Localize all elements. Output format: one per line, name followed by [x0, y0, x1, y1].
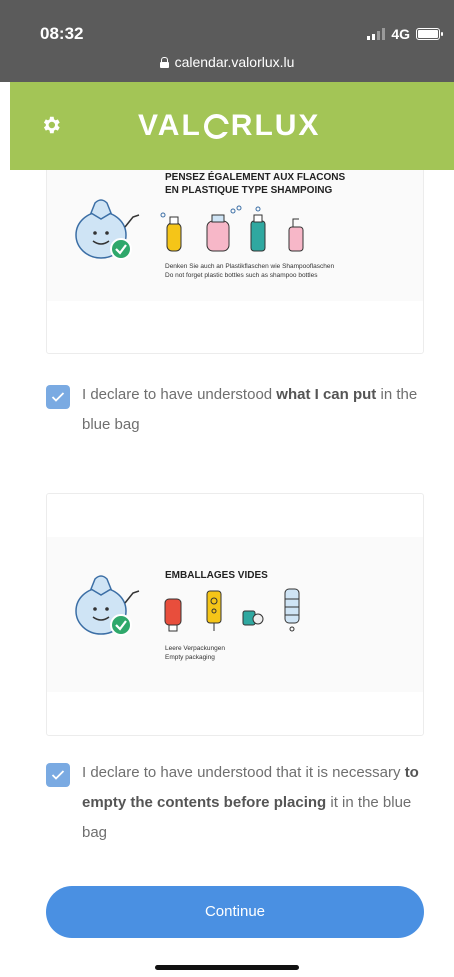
- url-text: calendar.valorlux.lu: [174, 54, 295, 70]
- card-image-plastic-bottles: PENSEZ ÉGALEMENT AUX FLACONS EN PLASTIQU…: [47, 170, 423, 301]
- declaration-checkbox[interactable]: [46, 763, 70, 787]
- declaration-row-empty-contents[interactable]: I declare to have understood that it is …: [46, 762, 426, 848]
- card-title-fr: PENSEZ ÉGALEMENT AUX FLACONS EN PLASTIQU…: [165, 172, 346, 196]
- status-indicators: 4G: [367, 26, 443, 42]
- empty-packaging-icon: [164, 588, 300, 632]
- logo-o-icon: [203, 113, 231, 139]
- app-header: VAL RLUX: [10, 82, 454, 170]
- check-icon: [51, 392, 65, 402]
- logo-text-left: VAL: [138, 109, 202, 142]
- main-content: PENSEZ ÉGALEMENT AUX FLACONS EN PLASTIQU…: [10, 170, 454, 977]
- status-bar: 08:32 4G calendar.valorlux.lu: [0, 0, 454, 82]
- continue-button[interactable]: Continue: [46, 886, 424, 938]
- card-subtitle: Denken Sie auch an Plastikflaschen wie S…: [165, 263, 335, 279]
- network-label: 4G: [391, 26, 410, 42]
- info-card-empty-packaging: EMBALLAGES VIDES Leere Verpackungen Empt…: [46, 493, 424, 736]
- valorlux-logo: VAL RLUX: [138, 109, 320, 143]
- logo-text-right: RLUX: [230, 109, 321, 142]
- info-card-plastic-bottles: PENSEZ ÉGALEMENT AUX FLACONS EN PLASTIQU…: [46, 170, 424, 354]
- declaration-row-what-to-put[interactable]: I declare to have understood what I can …: [46, 384, 426, 440]
- card-title-fr: EMBALLAGES VIDES: [165, 570, 268, 581]
- blue-bag-mascot-icon: [75, 199, 140, 260]
- home-indicator[interactable]: [155, 965, 299, 970]
- battery-icon: [416, 28, 443, 40]
- status-time: 08:32: [40, 24, 84, 43]
- card-subtitle: Leere Verpackungen Empty packaging: [165, 645, 225, 661]
- card-image-empty-packaging: EMBALLAGES VIDES Leere Verpackungen Empt…: [47, 537, 423, 692]
- declaration-text: I declare to have understood what I can …: [82, 386, 418, 433]
- plastic-bottles-icon: [160, 205, 304, 252]
- lock-icon: [159, 56, 169, 68]
- blue-bag-mascot-icon: [75, 575, 140, 636]
- check-icon: [51, 770, 65, 780]
- signal-icon: [367, 28, 386, 40]
- declaration-checkbox[interactable]: [46, 385, 70, 409]
- gear-icon[interactable]: [40, 114, 62, 136]
- declaration-text: I declare to have understood that it is …: [82, 764, 419, 841]
- address-bar[interactable]: calendar.valorlux.lu: [0, 54, 454, 70]
